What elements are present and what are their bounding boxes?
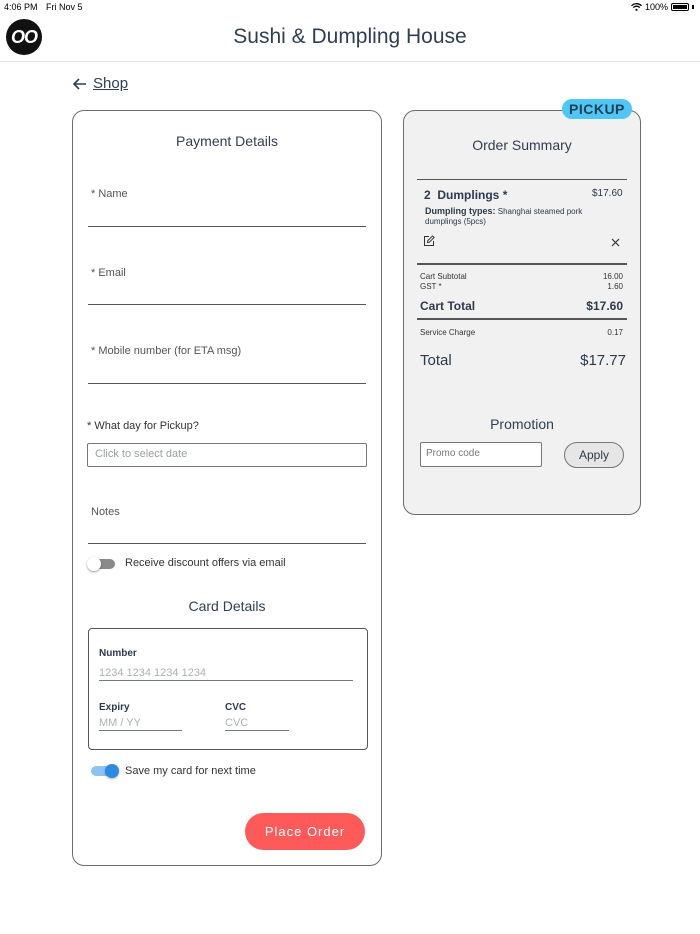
discount-toggle-label: Receive discount offers via email [125, 557, 286, 569]
apply-promo-button[interactable]: Apply [564, 442, 624, 468]
promo-code-input[interactable]: Promo code [420, 442, 542, 467]
discount-toggle-knob [87, 557, 101, 571]
battery-icon [671, 3, 689, 11]
name-label: * Name [91, 188, 128, 200]
discount-toggle[interactable] [87, 556, 117, 572]
item-price: $17.60 [592, 188, 623, 199]
summary-top-divider [417, 179, 627, 180]
pickup-badge: PICKUP [562, 99, 632, 119]
name-field[interactable] [88, 226, 366, 227]
total-label: Total [420, 352, 452, 369]
order-summary-title: Order Summary [472, 137, 572, 153]
cvc-input[interactable]: CVC [225, 717, 248, 729]
gst-label: GST * [420, 282, 442, 291]
mobile-field[interactable] [88, 383, 366, 384]
card-details-box: Number 1234 1234 1234 1234 Expiry MM / Y… [88, 628, 368, 750]
cart-subtotal-label: Cart Subtotal [420, 272, 467, 281]
card-number-underline [99, 680, 353, 681]
service-charge-value: 0.17 [607, 328, 623, 337]
order-summary-card: Order Summary 2 Dumplings * $17.60 Dumpl… [403, 110, 641, 515]
expiry-underline [99, 730, 182, 731]
item-option-label: Dumpling types: [425, 206, 496, 216]
pickup-day-label: * What day for Pickup? [87, 420, 199, 432]
summary-total-divider [417, 318, 627, 320]
status-time: 4:06 PM [4, 2, 38, 12]
back-to-shop-link[interactable]: Shop [73, 75, 128, 92]
card-number-input[interactable]: 1234 1234 1234 1234 [99, 667, 206, 679]
notes-field[interactable] [88, 543, 366, 544]
payment-details-title: Payment Details [176, 133, 278, 149]
status-bar: 4:06 PM Fri Nov 5 100% [0, 0, 700, 14]
wifi-icon [631, 3, 642, 11]
status-right: 100% [631, 2, 694, 12]
cvc-underline [225, 730, 289, 731]
page-title: Sushi & Dumpling House [233, 25, 467, 48]
arrow-left-icon [73, 77, 86, 90]
gst-value: 1.60 [607, 282, 623, 291]
cart-total-label: Cart Total [420, 299, 476, 313]
battery-tip [692, 5, 694, 9]
item-line: 2 Dumplings * [424, 188, 507, 202]
cart-subtotal-value: 16.00 [602, 272, 623, 281]
header-divider [0, 61, 700, 62]
back-label: Shop [93, 75, 129, 92]
service-charge-label: Service Charge [420, 328, 476, 337]
pickup-date-input[interactable]: Click to select date [87, 443, 367, 467]
email-label: * Email [91, 267, 126, 279]
promotion-title: Promotion [490, 416, 554, 432]
cvc-label: CVC [225, 702, 247, 713]
item-qty: 2 [424, 188, 431, 202]
payment-details-card: Payment Details * Name * Email * Mobile … [72, 110, 382, 866]
edit-icon[interactable] [423, 235, 435, 247]
item-options: Dumpling types: Shanghai steamed pork du… [425, 206, 615, 227]
save-card-toggle[interactable] [89, 763, 121, 779]
save-card-toggle-knob [105, 764, 119, 778]
cart-total-value: $17.60 [586, 299, 623, 313]
remove-item-icon[interactable] [611, 238, 620, 247]
card-number-label: Number [99, 648, 137, 659]
item-name: Dumplings * [437, 188, 508, 202]
email-field[interactable] [88, 304, 366, 305]
place-order-button[interactable]: Place Order [245, 813, 365, 850]
total-value: $17.77 [580, 352, 626, 369]
card-details-title: Card Details [188, 598, 266, 614]
mobile-label: * Mobile number (for ETA msg) [91, 345, 242, 357]
expiry-input[interactable]: MM / YY [99, 717, 141, 729]
summary-mid-divider [417, 263, 627, 265]
notes-label: Notes [91, 506, 120, 518]
battery-percent: 100% [644, 2, 668, 12]
expiry-label: Expiry [99, 702, 130, 713]
status-date: Fri Nov 5 [46, 2, 83, 12]
save-card-label: Save my card for next time [125, 765, 256, 777]
